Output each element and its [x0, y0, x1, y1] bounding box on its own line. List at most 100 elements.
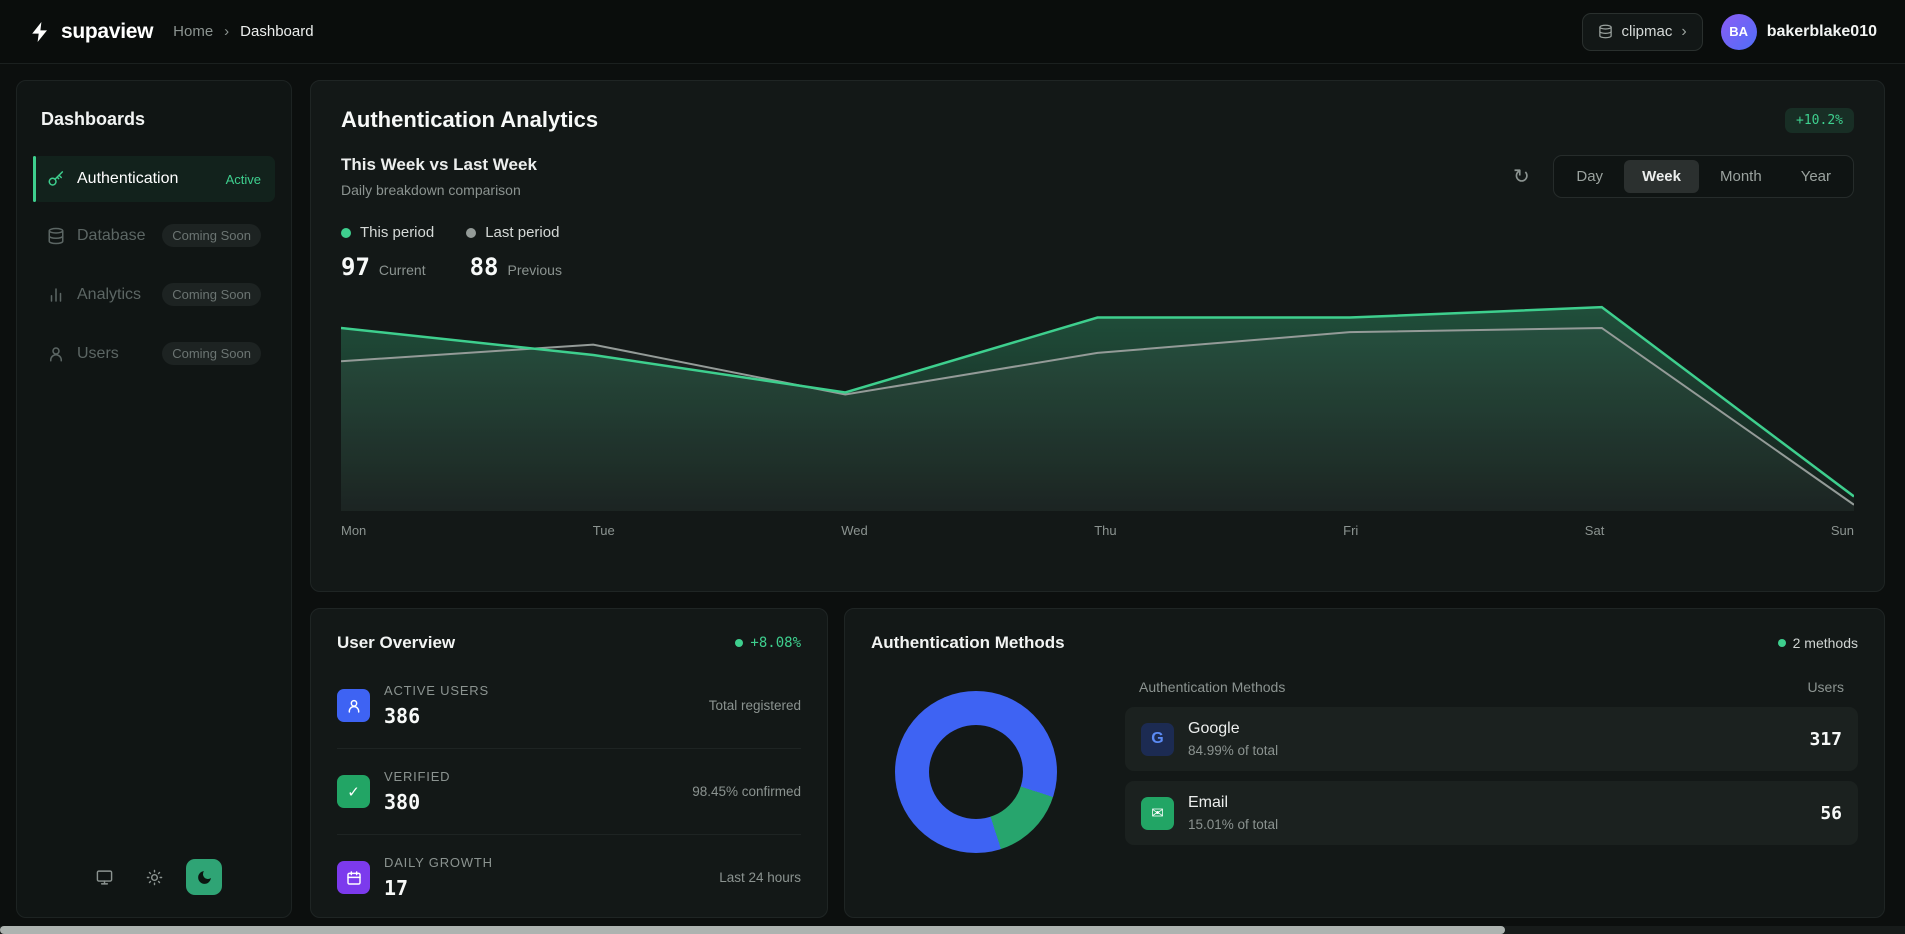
- previous-label: Previous: [508, 262, 562, 278]
- tab-month[interactable]: Month: [1702, 160, 1780, 193]
- header-right: clipmac › BA bakerblake010: [1582, 13, 1878, 51]
- auth-methods-donut: [895, 691, 1057, 853]
- overview-row-label: VERIFIED: [384, 769, 450, 784]
- methods-column-header: Authentication Methods: [1139, 679, 1285, 695]
- breadcrumb-home[interactable]: Home: [173, 23, 213, 40]
- this-period-dot-icon: [341, 228, 351, 238]
- overview-row-note: 98.45% confirmed: [692, 784, 801, 799]
- auth-methods-title: Authentication Methods: [871, 633, 1065, 653]
- chart-description: Daily breakdown comparison: [341, 182, 537, 198]
- moon-icon: [196, 869, 213, 886]
- sun-icon: [146, 869, 163, 886]
- bottom-row: User Overview +8.08% ACTIVE USERS 386: [310, 608, 1885, 918]
- coming-soon-badge: Coming Soon: [162, 283, 261, 306]
- google-icon: G: [1141, 723, 1174, 756]
- sidebar-item-label: Analytics: [77, 286, 141, 304]
- overview-row-active-users: ACTIVE USERS 386 Total registered: [337, 663, 801, 749]
- x-axis-labels: Mon Tue Wed Thu Fri Sat Sun: [341, 523, 1854, 538]
- legend-last-period: Last period: [466, 224, 559, 241]
- overview-row-note: Last 24 hours: [719, 870, 801, 885]
- overview-row-label: DAILY GROWTH: [384, 855, 493, 870]
- monitor-icon: [96, 869, 113, 886]
- line-chart: [341, 303, 1854, 511]
- analytics-title: Authentication Analytics: [341, 107, 598, 133]
- sidebar-item-label: Authentication: [77, 170, 178, 188]
- check-icon: ✓: [337, 775, 370, 808]
- previous-value: 88: [470, 253, 499, 281]
- period-stats: 97 Current 88 Previous: [341, 253, 1854, 281]
- auth-analytics-card: Authentication Analytics +10.2% This Wee…: [310, 80, 1885, 592]
- sidebar-item-label: Users: [77, 345, 119, 363]
- main-content: Authentication Analytics +10.2% This Wee…: [310, 80, 1885, 918]
- x-label: Tue: [593, 523, 615, 538]
- logo-text: supaview: [61, 20, 153, 44]
- theme-dark-button[interactable]: [186, 859, 222, 895]
- sidebar-item-users[interactable]: Users Coming Soon: [33, 328, 275, 379]
- user-overview-title: User Overview: [337, 633, 455, 653]
- range-tabs: Day Week Month Year: [1553, 155, 1854, 198]
- page-body: Dashboards Authentication Active Databas…: [0, 64, 1905, 918]
- coming-soon-badge: Coming Soon: [162, 342, 261, 365]
- x-label: Thu: [1094, 523, 1116, 538]
- logo-bolt-icon: [28, 20, 52, 44]
- logo[interactable]: supaview: [28, 20, 153, 44]
- overview-growth-value: +8.08%: [750, 635, 801, 651]
- top-bar: supaview Home › Dashboard clipmac › BA b…: [0, 0, 1905, 64]
- active-badge: Active: [226, 172, 261, 187]
- database-icon: [1598, 24, 1613, 39]
- line-chart-svg: [341, 303, 1854, 511]
- legend-label: This period: [360, 224, 434, 241]
- tab-week[interactable]: Week: [1624, 160, 1699, 193]
- overview-row-value: 386: [384, 704, 489, 728]
- tab-day[interactable]: Day: [1558, 160, 1621, 193]
- method-name: Email: [1188, 794, 1278, 812]
- current-value: 97: [341, 253, 370, 281]
- current-label: Current: [379, 262, 426, 278]
- auth-methods-table: Authentication Methods Users G Google 84…: [1125, 679, 1858, 855]
- overview-row-label: ACTIVE USERS: [384, 683, 489, 698]
- chart-subtitle: This Week vs Last Week: [341, 155, 537, 175]
- current-stat: 97 Current: [341, 253, 426, 281]
- user-menu[interactable]: BA bakerblake010: [1721, 14, 1877, 50]
- x-label: Mon: [341, 523, 366, 538]
- project-selector-button[interactable]: clipmac ›: [1582, 13, 1703, 51]
- sidebar-item-analytics[interactable]: Analytics Coming Soon: [33, 269, 275, 320]
- avatar: BA: [1721, 14, 1757, 50]
- tab-year[interactable]: Year: [1783, 160, 1849, 193]
- email-icon: ✉: [1141, 797, 1174, 830]
- methods-count-badge: 2 methods: [1778, 635, 1858, 651]
- key-icon: [47, 170, 65, 188]
- project-name: clipmac: [1622, 23, 1673, 40]
- username: bakerblake010: [1767, 23, 1877, 41]
- calendar-icon: [337, 861, 370, 894]
- overview-row-value: 17: [384, 876, 493, 900]
- breadcrumb: Home › Dashboard: [173, 23, 313, 40]
- sidebar-title: Dashboards: [41, 109, 267, 130]
- method-percent: 15.01% of total: [1188, 817, 1278, 832]
- refresh-icon: ↻: [1513, 164, 1530, 189]
- breadcrumb-separator-icon: ›: [224, 23, 229, 40]
- auth-methods-card: Authentication Methods 2 methods Authent…: [844, 608, 1885, 918]
- overview-row-verified: ✓ VERIFIED 380 98.45% confirmed: [337, 749, 801, 835]
- sidebar-item-database[interactable]: Database Coming Soon: [33, 210, 275, 261]
- method-row-email: ✉ Email 15.01% of total 56: [1125, 781, 1858, 845]
- user-overview-card: User Overview +8.08% ACTIVE USERS 386: [310, 608, 828, 918]
- bar-chart-icon: [47, 286, 65, 304]
- overview-row-daily-growth: DAILY GROWTH 17 Last 24 hours: [337, 835, 801, 918]
- x-label: Sat: [1585, 523, 1605, 538]
- method-users-count: 56: [1820, 803, 1842, 824]
- coming-soon-badge: Coming Soon: [162, 224, 261, 247]
- chevron-right-icon: ›: [1681, 23, 1686, 41]
- sidebar-item-authentication[interactable]: Authentication Active: [33, 156, 275, 202]
- chart-legend: This period Last period: [341, 224, 1854, 241]
- database-icon: [47, 227, 65, 245]
- method-percent: 84.99% of total: [1188, 743, 1278, 758]
- last-period-dot-icon: [466, 228, 476, 238]
- user-icon: [47, 345, 65, 363]
- refresh-button[interactable]: ↻: [1505, 161, 1537, 193]
- horizontal-scrollbar-thumb[interactable]: [0, 926, 1505, 934]
- theme-system-button[interactable]: [86, 859, 122, 895]
- theme-light-button[interactable]: [136, 859, 172, 895]
- growth-badge: +10.2%: [1785, 108, 1854, 133]
- breadcrumb-current: Dashboard: [240, 23, 313, 40]
